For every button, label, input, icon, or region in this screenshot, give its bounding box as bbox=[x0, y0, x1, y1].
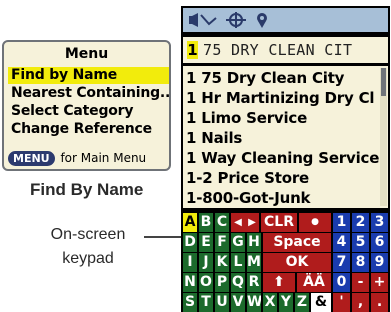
key-g[interactable]: G bbox=[231, 233, 245, 252]
key-y[interactable]: Y bbox=[279, 293, 293, 312]
on-screen-keypad: A B C ◀ ▶ CLR ● 1 2 3 D E F G H Space 4 … bbox=[183, 212, 388, 312]
list-item[interactable]: 1 Nails bbox=[186, 128, 380, 148]
key-x[interactable]: X bbox=[263, 293, 277, 312]
key-8[interactable]: 8 bbox=[352, 253, 369, 272]
menu-footer-text: for Main Menu bbox=[60, 151, 147, 165]
list-item[interactable]: 1 Way Cleaning Service bbox=[186, 148, 380, 168]
search-cursor: 1 bbox=[187, 41, 198, 59]
key-w[interactable]: W bbox=[247, 293, 261, 312]
key-b[interactable]: B bbox=[199, 213, 213, 232]
key-ampersand[interactable]: & bbox=[311, 293, 331, 312]
key-shift-icon[interactable]: ⬆ bbox=[263, 273, 295, 292]
list-item[interactable]: 1-2 Price Store bbox=[186, 168, 380, 188]
menu-item-find-by-name[interactable]: Find by Name bbox=[8, 67, 169, 84]
key-t[interactable]: T bbox=[199, 293, 213, 312]
signal-icon bbox=[189, 12, 219, 28]
device-screen: 1 75 DRY CLEAN CIT 1 75 Dry Clean City 1… bbox=[181, 6, 390, 312]
key-r[interactable]: R bbox=[247, 273, 261, 292]
key-p[interactable]: P bbox=[215, 273, 229, 292]
key-m[interactable]: M bbox=[247, 253, 261, 272]
search-input[interactable]: 1 75 DRY CLEAN CIT bbox=[183, 37, 388, 63]
key-period[interactable]: . bbox=[371, 293, 388, 312]
menu-title: Menu bbox=[64, 46, 109, 62]
key-3[interactable]: 3 bbox=[371, 213, 388, 232]
gps-satellite-icon bbox=[225, 12, 247, 28]
key-v[interactable]: V bbox=[231, 293, 245, 312]
list-item[interactable]: 1 Limo Service bbox=[186, 108, 380, 128]
key-7[interactable]: 7 bbox=[333, 253, 350, 272]
key-accents[interactable]: ÄÄ bbox=[297, 273, 331, 292]
key-u[interactable]: U bbox=[215, 293, 229, 312]
scroll-thumb[interactable] bbox=[381, 68, 386, 96]
results-list: 1 75 Dry Clean City 1 Hr Martinizing Dry… bbox=[183, 66, 388, 208]
key-c[interactable]: C bbox=[215, 213, 229, 232]
key-1[interactable]: 1 bbox=[333, 213, 350, 232]
key-9[interactable]: 9 bbox=[371, 253, 388, 272]
search-text: 75 DRY CLEAN CIT bbox=[203, 41, 353, 59]
list-item[interactable]: 1 75 Dry Clean City bbox=[186, 68, 380, 88]
key-f[interactable]: F bbox=[215, 233, 229, 252]
key-plus[interactable]: + bbox=[371, 273, 388, 292]
status-bar bbox=[183, 8, 388, 32]
key-0[interactable]: 0 bbox=[333, 273, 350, 292]
key-5[interactable]: 5 bbox=[352, 233, 369, 252]
key-z[interactable]: Z bbox=[295, 293, 309, 312]
key-minus[interactable]: - bbox=[352, 273, 369, 292]
menu-footer: MENU for Main Menu bbox=[8, 149, 146, 167]
caption-on-screen-keypad: On-screen keypad bbox=[33, 223, 143, 271]
key-left-arrow-icon[interactable]: ◀ bbox=[231, 213, 245, 232]
key-4[interactable]: 4 bbox=[333, 233, 350, 252]
key-h[interactable]: H bbox=[247, 233, 261, 252]
key-ok[interactable]: OK bbox=[263, 253, 331, 272]
callout-line bbox=[144, 236, 181, 238]
key-i[interactable]: I bbox=[183, 253, 197, 272]
key-comma[interactable]: , bbox=[352, 293, 369, 312]
menu-panel: Menu Find by Name Nearest Containing... … bbox=[2, 40, 171, 171]
menu-item-change-reference[interactable]: Change Reference bbox=[8, 121, 169, 138]
map-pin-icon bbox=[253, 12, 275, 28]
menu-item-nearest-containing[interactable]: Nearest Containing... bbox=[8, 85, 169, 102]
key-e[interactable]: E bbox=[199, 233, 213, 252]
caption-find-by-name: Find By Name bbox=[30, 180, 144, 199]
list-item[interactable]: 1 Hr Martinizing Dry Cl bbox=[186, 88, 380, 108]
key-n[interactable]: N bbox=[183, 273, 197, 292]
key-d[interactable]: D bbox=[183, 233, 197, 252]
caption-keypad-line1: On-screen bbox=[50, 226, 126, 243]
key-a[interactable]: A bbox=[183, 213, 197, 232]
key-j[interactable]: J bbox=[199, 253, 213, 272]
menu-key-icon: MENU bbox=[8, 151, 55, 166]
key-clr[interactable]: CLR bbox=[261, 213, 297, 232]
key-l[interactable]: L bbox=[231, 253, 245, 272]
key-bullet[interactable]: ● bbox=[299, 213, 331, 232]
caption-keypad-line2: keypad bbox=[62, 250, 114, 267]
key-right-arrow-icon[interactable]: ▶ bbox=[245, 213, 259, 232]
list-item[interactable]: 1-800-Got-Junk bbox=[186, 188, 380, 208]
key-2[interactable]: 2 bbox=[352, 213, 369, 232]
key-s[interactable]: S bbox=[183, 293, 197, 312]
key-k[interactable]: K bbox=[215, 253, 229, 272]
scrollbar[interactable] bbox=[380, 68, 387, 206]
key-o[interactable]: O bbox=[199, 273, 213, 292]
key-space[interactable]: Space bbox=[263, 233, 331, 252]
key-apostrophe[interactable]: ' bbox=[333, 293, 350, 312]
menu-item-select-category[interactable]: Select Category bbox=[8, 103, 169, 120]
key-6[interactable]: 6 bbox=[371, 233, 388, 252]
key-q[interactable]: Q bbox=[231, 273, 245, 292]
